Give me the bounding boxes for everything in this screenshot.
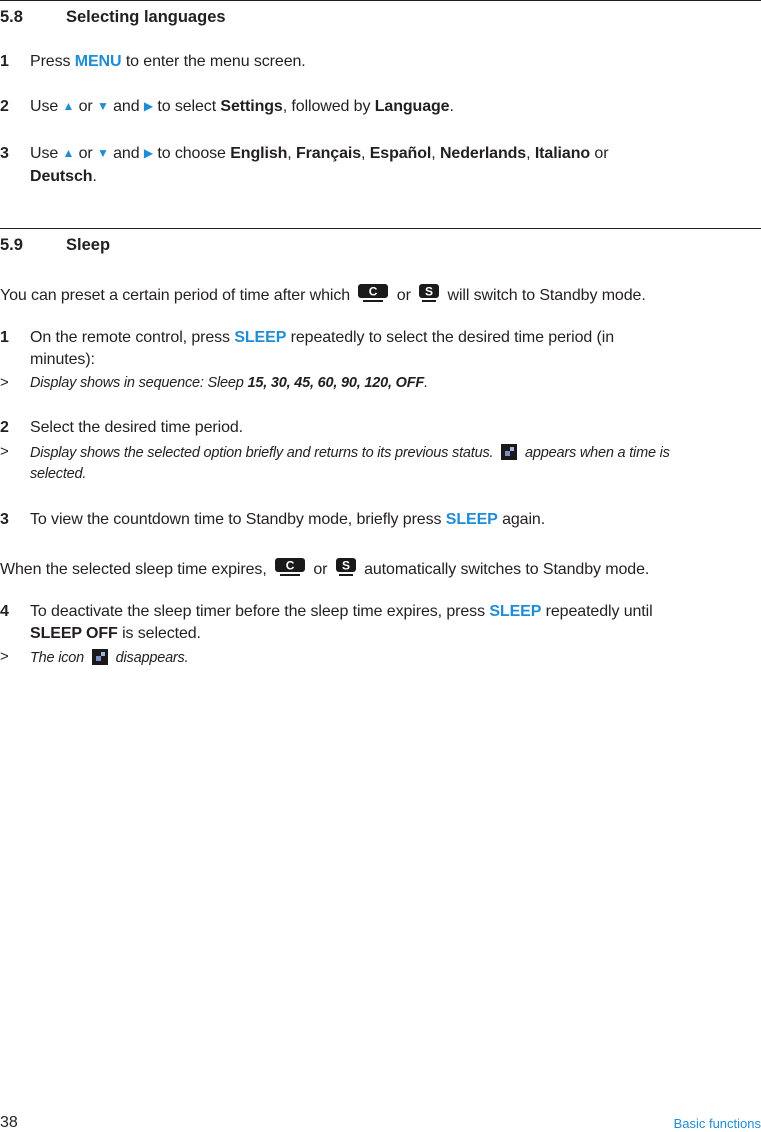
- step-text-cont: Deutsch.: [30, 168, 97, 185]
- language-option: English: [230, 145, 288, 162]
- page-number: 38: [0, 1114, 18, 1131]
- step-number: 1: [0, 329, 9, 346]
- menu-language: Language: [374, 98, 450, 115]
- key-sleep: SLEEP: [489, 603, 542, 620]
- step-text: Select the desired time period.: [30, 419, 244, 436]
- result-marker: >: [0, 374, 9, 391]
- menu-settings: Settings: [220, 98, 283, 115]
- device-c-icon: C: [358, 284, 389, 302]
- key-sleep: SLEEP: [234, 329, 287, 346]
- section-divider: [0, 228, 761, 229]
- step-number: 4: [0, 603, 9, 620]
- step-number: 3: [0, 511, 9, 528]
- footer-section-title: Basic functions: [673, 1116, 761, 1131]
- step-text: On the remote control, press SLEEP repea…: [30, 329, 615, 346]
- language-option: Deutsch: [30, 168, 93, 185]
- step-text: Press MENU to enter the menu screen.: [30, 53, 306, 70]
- section-title: Sleep: [66, 236, 111, 254]
- step-result: The icon disappears.: [30, 649, 189, 666]
- step-number: 3: [0, 145, 9, 162]
- language-option: Italiano: [534, 145, 591, 162]
- device-s-icon: S: [335, 558, 356, 576]
- step-result: Display shows in sequence: Sleep 15, 30,…: [30, 375, 428, 391]
- section-heading-5-9: 5.9 Sleep: [0, 236, 110, 255]
- step-text: Use ▲ or ▼ and ▶ to choose English, Fran…: [30, 145, 609, 162]
- language-option: Nederlands: [439, 145, 527, 162]
- up-arrow-icon: ▲: [62, 99, 75, 113]
- step-text: To deactivate the sleep timer before the…: [30, 603, 653, 620]
- section-title: Selecting languages: [66, 8, 226, 26]
- result-marker: >: [0, 443, 9, 460]
- key-menu: MENU: [74, 53, 122, 70]
- step-text: Use ▲ or ▼ and ▶ to select Settings, fol…: [30, 98, 454, 115]
- sleep-icon: [91, 649, 108, 665]
- right-arrow-icon: ▶: [143, 99, 154, 113]
- up-arrow-icon: ▲: [62, 146, 75, 160]
- result-marker: >: [0, 648, 9, 665]
- sleep-off-label: SLEEP OFF: [30, 625, 118, 642]
- right-arrow-icon: ▶: [143, 146, 154, 160]
- down-arrow-icon: ▼: [97, 146, 109, 160]
- section-heading-5-8: 5.8 Selecting languages: [0, 8, 226, 27]
- key-sleep: SLEEP: [445, 511, 498, 528]
- svg-text:C: C: [369, 285, 378, 299]
- section-number: 5.9: [0, 236, 23, 254]
- expire-paragraph: When the selected sleep time expires, C …: [0, 558, 650, 578]
- step-result-cont: selected.: [30, 466, 87, 482]
- svg-text:S: S: [342, 559, 350, 573]
- section-divider: [0, 0, 761, 1]
- step-text: To view the countdown time to Standby mo…: [30, 511, 546, 528]
- step-result: Display shows the selected option briefl…: [30, 444, 670, 461]
- sleep-sequence: 15, 30, 45, 60, 90, 120, OFF: [247, 375, 425, 391]
- device-s-icon: S: [419, 284, 440, 302]
- step-number: 1: [0, 53, 9, 70]
- svg-text:S: S: [425, 285, 433, 299]
- step-text-cont: SLEEP OFF is selected.: [30, 625, 201, 642]
- section-number: 5.8: [0, 8, 23, 26]
- step-number: 2: [0, 98, 9, 115]
- step-number: 2: [0, 419, 9, 436]
- sleep-icon: [501, 444, 518, 460]
- svg-text:C: C: [286, 559, 295, 573]
- down-arrow-icon: ▼: [97, 99, 109, 113]
- language-option: Español: [369, 145, 432, 162]
- step-text-cont: minutes):: [30, 351, 95, 368]
- device-c-icon: C: [275, 558, 306, 576]
- intro-paragraph: You can preset a certain period of time …: [0, 284, 646, 304]
- language-option: Français: [296, 145, 362, 162]
